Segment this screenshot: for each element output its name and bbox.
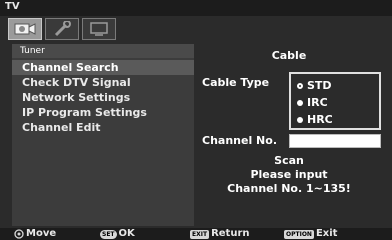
hint-move: Move: [14, 228, 56, 240]
cable-type-option-irc[interactable]: IRC: [297, 96, 328, 109]
sidebar-item-channel-edit[interactable]: Channel Edit: [12, 120, 194, 135]
menu-tabs: [8, 18, 116, 41]
sidebar-item-ip-program-settings[interactable]: IP Program Settings: [12, 105, 194, 120]
option-key-icon: OPTION: [284, 229, 314, 239]
hint-ok-label: OK: [118, 228, 135, 239]
radio-selected-icon: [297, 82, 303, 89]
tab-picture[interactable]: [8, 18, 42, 40]
hint-exit-label: Exit: [315, 228, 338, 239]
scan-message: Scan Please input Channel No. 1~135!: [194, 154, 384, 196]
panel-title: Cable: [271, 49, 307, 62]
hint-ok: SET OK: [100, 228, 135, 240]
cable-type-option-std[interactable]: STD: [297, 79, 332, 92]
sidebar-item-channel-search[interactable]: Channel Search: [12, 60, 194, 75]
sidebar-header: Tuner: [12, 44, 194, 58]
dpad-icon: [14, 229, 24, 239]
message-line: Channel No. 1~135!: [227, 182, 351, 195]
tab-settings[interactable]: [45, 18, 79, 40]
radio-icon: [297, 99, 303, 106]
footer-hints: Move SET OK EXIT Return OPTION Exit: [0, 228, 392, 240]
channel-no-label: Channel No.: [202, 134, 277, 147]
tv-camera-icon: [14, 23, 36, 35]
tab-display[interactable]: [82, 18, 116, 40]
hint-return-label: Return: [211, 228, 250, 239]
sidebar-menu: Channel Search Check DTV Signal Network …: [12, 58, 194, 135]
set-key-icon: SET: [100, 229, 117, 239]
wrench-icon: [54, 21, 71, 37]
channel-no-input[interactable]: [289, 134, 381, 148]
cable-type-label: Cable Type: [202, 76, 270, 89]
cable-type-option-hrc[interactable]: HRC: [297, 113, 333, 126]
message-line: Please input: [250, 168, 328, 181]
hint-move-label: Move: [26, 228, 57, 239]
option-label: IRC: [307, 96, 328, 109]
option-label: STD: [307, 79, 332, 92]
tv-menu-screen: TV Tuner Channel Search Check DTV Signal…: [0, 0, 392, 240]
exit-key-icon: EXIT: [190, 229, 210, 239]
sidebar-item-network-settings[interactable]: Network Settings: [12, 90, 194, 105]
message-line: Scan: [274, 154, 304, 167]
window-title: TV: [5, 1, 20, 12]
monitor-icon: [90, 22, 108, 36]
title-bar: TV: [0, 0, 392, 16]
hint-exit: OPTION Exit: [284, 228, 337, 240]
hint-return: EXIT Return: [190, 228, 250, 240]
channel-search-panel: Cable Cable Type STD IRC HRC Channel No.…: [194, 44, 384, 226]
sidebar-item-check-dtv-signal[interactable]: Check DTV Signal: [12, 75, 194, 90]
radio-icon: [297, 116, 303, 123]
option-label: HRC: [307, 113, 333, 126]
sidebar: Tuner Channel Search Check DTV Signal Ne…: [12, 44, 194, 226]
cable-type-options: STD IRC HRC: [289, 72, 381, 130]
